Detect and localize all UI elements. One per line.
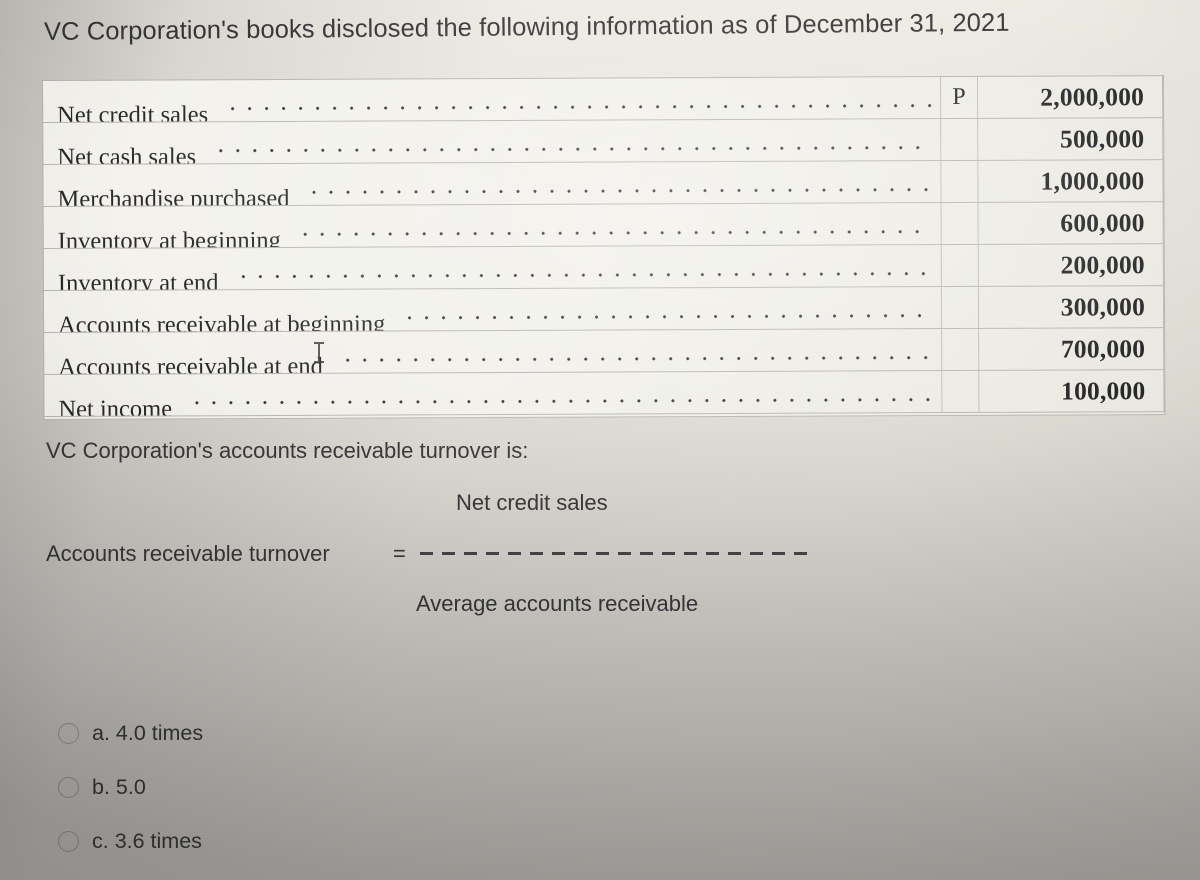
- table-row: Net cash sales 500,000: [43, 118, 1164, 165]
- row-amount: 100,000: [979, 370, 1165, 412]
- table-row: Net income 100,000: [44, 370, 1165, 417]
- table-cell-label: Accounts receivable at end: [44, 329, 943, 374]
- formula-equals-sign: =: [393, 541, 406, 566]
- answer-choice-a[interactable]: a. 4.0 times: [58, 706, 578, 760]
- answer-choice-label: a. 4.0 times: [92, 720, 204, 745]
- table-cell-label: Net credit sales: [43, 77, 942, 122]
- table-row: Accounts receivable at beginning 300,000: [43, 286, 1165, 333]
- currency-symbol: [941, 286, 980, 329]
- table-cell-label: Net cash sales: [43, 119, 942, 164]
- row-amount: 700,000: [979, 328, 1165, 370]
- dot-leader: [234, 245, 933, 290]
- table-cell-label: Accounts receivable at beginning: [43, 287, 943, 332]
- answer-choice-label: b. 5.0: [92, 774, 146, 799]
- row-amount: 500,000: [978, 118, 1164, 160]
- radio-button-icon[interactable]: [58, 776, 79, 798]
- currency-symbol: [941, 118, 979, 161]
- row-amount: 600,000: [978, 202, 1164, 244]
- currency-symbol: [941, 202, 979, 245]
- page-title: VC Corporation's books disclosed the fol…: [43, 8, 1010, 46]
- question-prompt: VC Corporation's accounts receivable tur…: [46, 438, 529, 463]
- dot-leader: [297, 203, 933, 248]
- row-amount: 300,000: [978, 286, 1165, 328]
- dot-leader: [212, 119, 932, 164]
- answer-choice-label: c. 3.6 times: [92, 828, 202, 853]
- formula-numerator: Net credit sales: [456, 490, 608, 515]
- row-label: Inventory at end: [57, 269, 219, 290]
- row-label: Net income: [58, 395, 173, 416]
- answer-choices: a. 4.0 times b. 5.0 c. 3.6 times d.: [58, 706, 578, 880]
- dot-leader: [339, 329, 934, 374]
- table-cell-label: Inventory at end: [43, 245, 942, 290]
- row-amount: 200,000: [978, 244, 1164, 286]
- currency-symbol: [941, 160, 979, 203]
- row-label: Inventory at beginning: [57, 226, 281, 248]
- document-photo: VC Corporation's books disclosed the fol…: [0, 0, 1200, 880]
- financial-data-table: Net credit sales P 2,000,000 Net cash sa…: [42, 75, 1166, 420]
- radio-button-icon[interactable]: [58, 830, 79, 852]
- table-row: Merchandise purchased 1,000,000: [43, 160, 1164, 207]
- table-row: Inventory at end 200,000: [43, 244, 1164, 291]
- row-amount: 1,000,000: [978, 160, 1164, 202]
- dot-leader: [401, 287, 933, 331]
- answer-choice-b[interactable]: b. 5.0: [58, 760, 578, 814]
- formula-denominator: Average accounts receivable: [416, 591, 699, 616]
- dot-leader: [224, 77, 932, 122]
- currency-symbol: [941, 244, 979, 287]
- answer-choice-c[interactable]: c. 3.6 times: [58, 814, 578, 868]
- row-label: Net cash sales: [57, 143, 197, 164]
- table-row: Inventory at beginning 600,000: [43, 202, 1164, 249]
- row-amount: 2,000,000: [977, 76, 1164, 118]
- table-cell-label: Merchandise purchased: [43, 161, 942, 206]
- table-cell-label: Inventory at beginning: [43, 203, 942, 248]
- currency-symbol: [942, 328, 980, 371]
- table-cell-label: Net income: [44, 371, 943, 416]
- answer-choice-d[interactable]: d.: [58, 868, 578, 880]
- row-label: Merchandise purchased: [57, 184, 290, 206]
- currency-symbol: P: [940, 76, 979, 119]
- dot-leader: [305, 161, 932, 206]
- row-label: Accounts receivable at end: [58, 352, 323, 374]
- row-label: Net credit sales: [57, 101, 209, 122]
- dot-leader: [188, 371, 934, 416]
- radio-button-icon[interactable]: [58, 722, 79, 744]
- table-row: Net credit sales P 2,000,000: [43, 76, 1164, 123]
- formula-left-side: Accounts receivable turnover: [46, 541, 330, 566]
- table-row: Accounts receivable at end 700,000: [44, 328, 1165, 375]
- fraction-bar: [420, 552, 808, 555]
- currency-symbol: [942, 370, 980, 413]
- row-label: Accounts receivable at beginning: [58, 310, 386, 332]
- formula-block: Net credit sales Accounts receivable tur…: [46, 486, 866, 631]
